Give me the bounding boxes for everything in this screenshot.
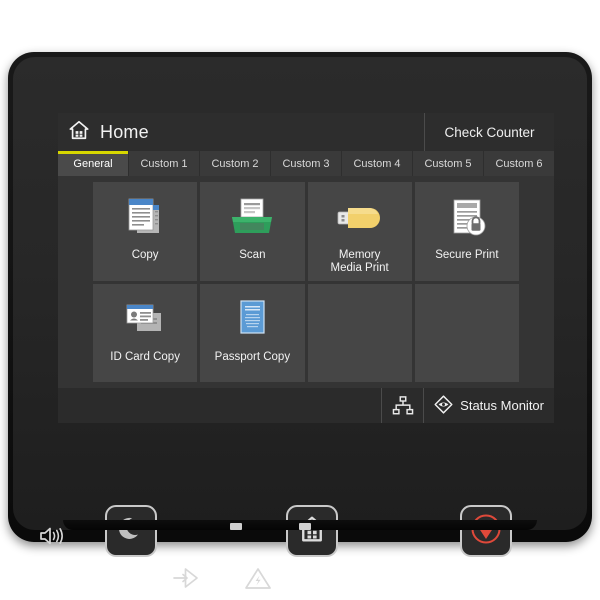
usb-drive-icon (332, 194, 388, 244)
lcd-screen[interactable]: Home Check Counter General Custom 1 Custom… (58, 113, 554, 423)
tile-empty-slot[interactable] (307, 283, 412, 382)
id-card-icon (119, 296, 171, 346)
scanner-tray-icon (226, 194, 278, 244)
tile-copy[interactable]: Copy (93, 182, 198, 281)
document-lock-icon (443, 194, 491, 244)
status-monitor-button[interactable]: Status Monitor (423, 388, 554, 423)
home-house-icon (297, 514, 327, 549)
hardkey-area (13, 435, 597, 589)
tile-label: Secure Print (435, 249, 499, 261)
sleep-button[interactable] (105, 505, 157, 557)
status-monitor-label: Status Monitor (460, 398, 544, 413)
tile-label: Passport Copy (214, 350, 291, 363)
tab-custom-2[interactable]: Custom 2 (200, 151, 271, 176)
copy-documents-icon (120, 194, 170, 244)
error-warning-triangle-icon (243, 565, 273, 591)
data-led (230, 523, 242, 530)
speaker-volume-icon (37, 523, 67, 549)
tab-custom-3[interactable]: Custom 3 (271, 151, 342, 176)
home-icon (68, 119, 90, 146)
function-tile-grid: Copy Scan Memory Media Print Secure Prin… (58, 176, 554, 388)
status-monitor-diamond-icon (434, 394, 453, 417)
tile-label: ID Card Copy (110, 350, 180, 363)
screen-statusbar: Status Monitor (58, 388, 554, 423)
page-title: Home (100, 121, 149, 142)
stop-triangle-icon (469, 512, 503, 551)
tile-label: Memory Media Print (330, 249, 389, 274)
tab-general[interactable]: General (58, 151, 129, 176)
error-led (299, 523, 311, 530)
panel-face: Home Check Counter General Custom 1 Custom… (13, 57, 587, 589)
tile-id-card-copy[interactable]: ID Card Copy (93, 283, 198, 382)
printer-control-panel: Home Check Counter General Custom 1 Custom… (8, 52, 592, 589)
tab-custom-1[interactable]: Custom 1 (129, 151, 200, 176)
tile-label: Copy (131, 249, 159, 261)
check-counter-button[interactable]: Check Counter (424, 113, 554, 151)
tile-passport-copy[interactable]: Passport Copy (200, 283, 305, 382)
tab-strip: General Custom 1 Custom 2 Custom 3 Custom 4C… (58, 151, 554, 176)
tab-custom-4[interactable]: Custom 4 (342, 151, 413, 176)
stop-button[interactable] (460, 505, 512, 557)
tile-empty-slot[interactable] (414, 283, 519, 382)
tile-memory-media-print[interactable]: Memory Media Print (307, 182, 412, 281)
tab-custom-5[interactable]: Custom 5 (413, 151, 484, 176)
tile-label: Scan (239, 249, 266, 261)
home-button[interactable] (286, 505, 338, 557)
home-title-group: Home (58, 119, 424, 146)
tile-scan[interactable]: Scan (200, 182, 305, 281)
tab-custom-6[interactable]: Custom 6 (484, 151, 554, 176)
network-nodes-icon[interactable] (381, 388, 423, 423)
passport-book-icon (232, 296, 272, 346)
screen-titlebar: Home Check Counter (58, 113, 554, 151)
data-arrow-diamond-icon (171, 565, 201, 591)
panel-bottom-lip (63, 520, 537, 530)
tile-secure-print[interactable]: Secure Print (414, 182, 519, 281)
